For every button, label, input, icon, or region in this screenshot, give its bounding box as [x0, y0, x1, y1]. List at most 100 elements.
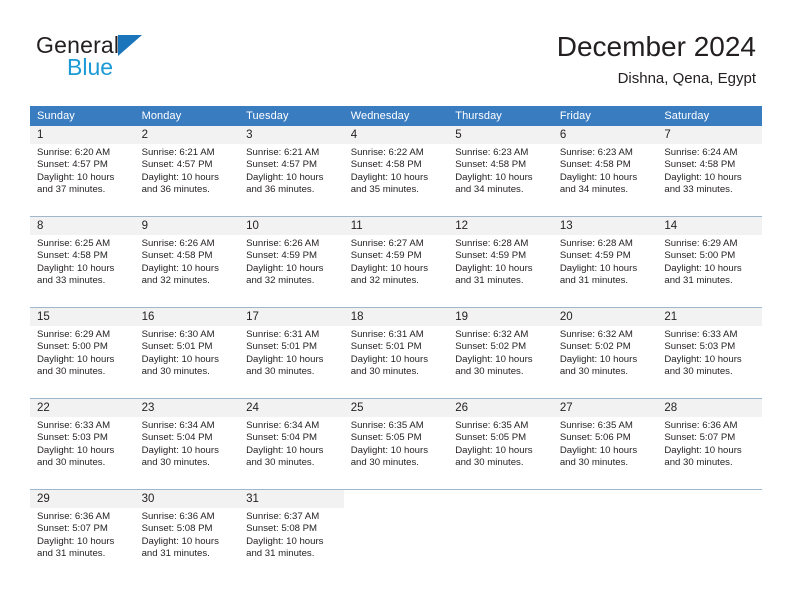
calendar-day-cell[interactable]: 2 Sunrise: 6:21 AM Sunset: 4:57 PM Daylight… — [134, 126, 240, 217]
triangle-icon — [118, 35, 143, 56]
day-number: 9 — [134, 217, 240, 235]
calendar-day-cell[interactable]: 29 Sunrise: 6:36 AM Sunset: 5:07 PM Dayligh… — [30, 489, 135, 580]
daylight-text-line1: Daylight: 10 hours — [37, 353, 115, 365]
day-number — [552, 490, 658, 508]
sunset-text: Sunset: 4:57 PM — [246, 159, 318, 171]
day-number: 30 — [134, 490, 240, 508]
daylight-text-line1: Daylight: 10 hours — [664, 444, 742, 456]
daylight-text-line2: and 31 minutes. — [559, 275, 629, 287]
daylight-text-line2: and 30 minutes. — [559, 366, 629, 378]
day-cell-inner: 17 Sunrise: 6:31 AM Sunset: 5:01 PM Dayligh… — [239, 308, 344, 398]
daylight-text-line1: Daylight: 10 hours — [141, 171, 219, 183]
calendar-week-row: 29 Sunrise: 6:36 AM Sunset: 5:07 PM Dayligh… — [30, 489, 762, 580]
day-details: Sunrise: 6:23 AM Sunset: 4:58 PM Daylight:… — [553, 144, 658, 197]
day-cell-inner: 14 Sunrise: 6:29 AM Sunset: 5:00 PM Dayligh… — [657, 217, 762, 307]
calendar-day-cell[interactable]: 17 Sunrise: 6:31 AM Sunset: 5:01 PM Dayligh… — [239, 307, 344, 399]
calendar-day-cell[interactable]: 18 Sunrise: 6:31 AM Sunset: 5:01 PM Dayligh… — [343, 307, 449, 399]
day-number: 13 — [552, 217, 658, 235]
calendar-day-cell[interactable]: 27 Sunrise: 6:35 AM Sunset: 5:06 PM Dayligh… — [552, 398, 658, 490]
calendar-day-cell-empty — [448, 489, 553, 580]
calendar-day-cell[interactable]: 4 Sunrise: 6:22 AM Sunset: 4:58 PM Daylight… — [343, 126, 449, 217]
calendar-day-cell[interactable]: 28 Sunrise: 6:36 AM Sunset: 5:07 PM Dayligh… — [657, 398, 762, 490]
calendar-day-cell[interactable]: 31 Sunrise: 6:37 AM Sunset: 5:08 PM Dayligh… — [239, 489, 344, 580]
calendar-day-cell[interactable]: 13 Sunrise: 6:28 AM Sunset: 4:59 PM Dayligh… — [552, 216, 658, 308]
day-details: Sunrise: 6:30 AM Sunset: 5:01 PM Daylight:… — [135, 326, 240, 379]
daylight-text-line2: and 30 minutes. — [246, 457, 315, 469]
sunset-text: Sunset: 5:00 PM — [664, 250, 736, 262]
daylight-text-line2: and 30 minutes. — [141, 457, 210, 469]
calendar-day-cell[interactable]: 20 Sunrise: 6:32 AM Sunset: 5:02 PM Dayligh… — [552, 307, 658, 399]
calendar-day-cell[interactable]: 3 Sunrise: 6:21 AM Sunset: 4:57 PM Daylight… — [239, 126, 344, 217]
day-cell-inner: 15 Sunrise: 6:29 AM Sunset: 5:00 PM Dayligh… — [30, 308, 135, 398]
calendar-week-row: 1 Sunrise: 6:20 AM Sunset: 4:57 PM Daylight… — [30, 126, 762, 217]
sunset-text: Sunset: 5:03 PM — [664, 341, 736, 353]
daylight-text-line2: and 34 minutes. — [455, 184, 524, 196]
day-details: Sunrise: 6:29 AM Sunset: 5:00 PM Daylight:… — [30, 326, 135, 379]
daylight-text-line1: Daylight: 10 hours — [350, 353, 429, 365]
calendar-day-cell[interactable]: 1 Sunrise: 6:20 AM Sunset: 4:57 PM Daylight… — [30, 126, 135, 217]
weekday-header-wednesday: Wednesday — [343, 106, 449, 126]
day-details: Sunrise: 6:31 AM Sunset: 5:01 PM Daylight:… — [344, 326, 449, 379]
calendar-day-cell[interactable]: 10 Sunrise: 6:26 AM Sunset: 4:59 PM Dayligh… — [239, 216, 344, 308]
calendar-day-cell[interactable]: 14 Sunrise: 6:29 AM Sunset: 5:00 PM Dayligh… — [657, 216, 762, 308]
daylight-text-line2: and 31 minutes. — [664, 275, 733, 287]
day-details — [657, 508, 762, 511]
calendar-day-cell[interactable]: 25 Sunrise: 6:35 AM Sunset: 5:05 PM Dayligh… — [343, 398, 449, 490]
calendar-day-cell[interactable]: 11 Sunrise: 6:27 AM Sunset: 4:59 PM Dayligh… — [343, 216, 449, 308]
calendar-day-cell[interactable]: 19 Sunrise: 6:32 AM Sunset: 5:02 PM Dayligh… — [448, 307, 553, 399]
calendar-week-row: 22 Sunrise: 6:33 AM Sunset: 5:03 PM Dayligh… — [30, 398, 762, 490]
day-cell-inner: 10 Sunrise: 6:26 AM Sunset: 4:59 PM Dayligh… — [239, 217, 344, 307]
calendar-day-cell[interactable]: 8 Sunrise: 6:25 AM Sunset: 4:58 PM Daylight… — [30, 216, 135, 308]
daylight-text-line2: and 37 minutes. — [37, 184, 106, 196]
sunrise-text: Sunrise: 6:34 AM — [141, 420, 215, 431]
weekday-header-row: Sunday Monday Tuesday Wednesday Thursday… — [30, 106, 762, 126]
sunset-text: Sunset: 5:02 PM — [559, 341, 631, 353]
day-details: Sunrise: 6:23 AM Sunset: 4:58 PM Daylight:… — [448, 144, 553, 197]
sunrise-text: Sunrise: 6:24 AM — [664, 147, 738, 158]
calendar-day-cell[interactable]: 16 Sunrise: 6:30 AM Sunset: 5:01 PM Dayligh… — [134, 307, 240, 399]
day-cell-inner: 1 Sunrise: 6:20 AM Sunset: 4:57 PM Daylight… — [30, 126, 135, 216]
sunset-text: Sunset: 4:58 PM — [141, 250, 213, 262]
sunset-text: Sunset: 5:06 PM — [559, 432, 631, 444]
daylight-text-line2: and 31 minutes. — [141, 548, 210, 560]
sunrise-text: Sunrise: 6:31 AM — [350, 329, 424, 340]
day-details: Sunrise: 6:36 AM Sunset: 5:08 PM Daylight:… — [135, 508, 240, 561]
day-cell-inner: 25 Sunrise: 6:35 AM Sunset: 5:05 PM Dayligh… — [343, 399, 449, 489]
day-cell-inner: 22 Sunrise: 6:33 AM Sunset: 5:03 PM Dayligh… — [30, 399, 135, 489]
calendar-day-cell[interactable]: 21 Sunrise: 6:33 AM Sunset: 5:03 PM Dayligh… — [657, 307, 762, 399]
sunrise-text: Sunrise: 6:29 AM — [37, 329, 111, 340]
calendar-day-cell[interactable]: 24 Sunrise: 6:34 AM Sunset: 5:04 PM Dayligh… — [239, 398, 344, 490]
daylight-text-line2: and 35 minutes. — [350, 184, 419, 196]
calendar-day-cell[interactable]: 12 Sunrise: 6:28 AM Sunset: 4:59 PM Dayligh… — [448, 216, 553, 308]
calendar-day-cell[interactable]: 7 Sunrise: 6:24 AM Sunset: 4:58 PM Daylight… — [657, 126, 762, 217]
day-details: Sunrise: 6:35 AM Sunset: 5:05 PM Daylight:… — [448, 417, 553, 470]
calendar-day-cell[interactable]: 5 Sunrise: 6:23 AM Sunset: 4:58 PM Daylight… — [448, 126, 553, 217]
day-number: 18 — [343, 308, 449, 326]
calendar-week-row: 8 Sunrise: 6:25 AM Sunset: 4:58 PM Daylight… — [30, 216, 762, 308]
day-details: Sunrise: 6:26 AM Sunset: 4:59 PM Daylight:… — [239, 235, 344, 288]
calendar-day-cell[interactable]: 26 Sunrise: 6:35 AM Sunset: 5:05 PM Dayligh… — [448, 398, 553, 490]
sunrise-text: Sunrise: 6:21 AM — [246, 147, 320, 158]
day-number: 21 — [657, 308, 762, 326]
daylight-text-line1: Daylight: 10 hours — [559, 262, 638, 274]
day-details: Sunrise: 6:31 AM Sunset: 5:01 PM Daylight:… — [239, 326, 344, 379]
weekday-header-friday: Friday — [552, 106, 658, 126]
general-blue-logo[interactable]: General Blue — [36, 34, 266, 90]
day-number: 16 — [134, 308, 240, 326]
sunrise-text: Sunrise: 6:28 AM — [559, 238, 633, 249]
day-details: Sunrise: 6:36 AM Sunset: 5:07 PM Daylight:… — [657, 417, 762, 470]
calendar-table: Sunday Monday Tuesday Wednesday Thursday… — [30, 106, 762, 580]
calendar-day-cell[interactable]: 6 Sunrise: 6:23 AM Sunset: 4:58 PM Daylight… — [552, 126, 658, 217]
calendar-day-cell[interactable]: 22 Sunrise: 6:33 AM Sunset: 5:03 PM Dayligh… — [30, 398, 135, 490]
day-number: 19 — [448, 308, 553, 326]
sunset-text: Sunset: 4:58 PM — [455, 159, 527, 171]
daylight-text-line2: and 31 minutes. — [37, 548, 106, 560]
calendar-day-cell[interactable]: 15 Sunrise: 6:29 AM Sunset: 5:00 PM Dayligh… — [30, 307, 135, 399]
calendar-day-cell[interactable]: 30 Sunrise: 6:36 AM Sunset: 5:08 PM Dayligh… — [134, 489, 240, 580]
daylight-text-line2: and 30 minutes. — [350, 457, 419, 469]
calendar-day-cell[interactable]: 9 Sunrise: 6:26 AM Sunset: 4:58 PM Daylight… — [134, 216, 240, 308]
day-number: 1 — [30, 126, 135, 144]
sunset-text: Sunset: 5:04 PM — [141, 432, 213, 444]
calendar-day-cell[interactable]: 23 Sunrise: 6:34 AM Sunset: 5:04 PM Dayligh… — [134, 398, 240, 490]
sunrise-text: Sunrise: 6:32 AM — [559, 329, 633, 340]
